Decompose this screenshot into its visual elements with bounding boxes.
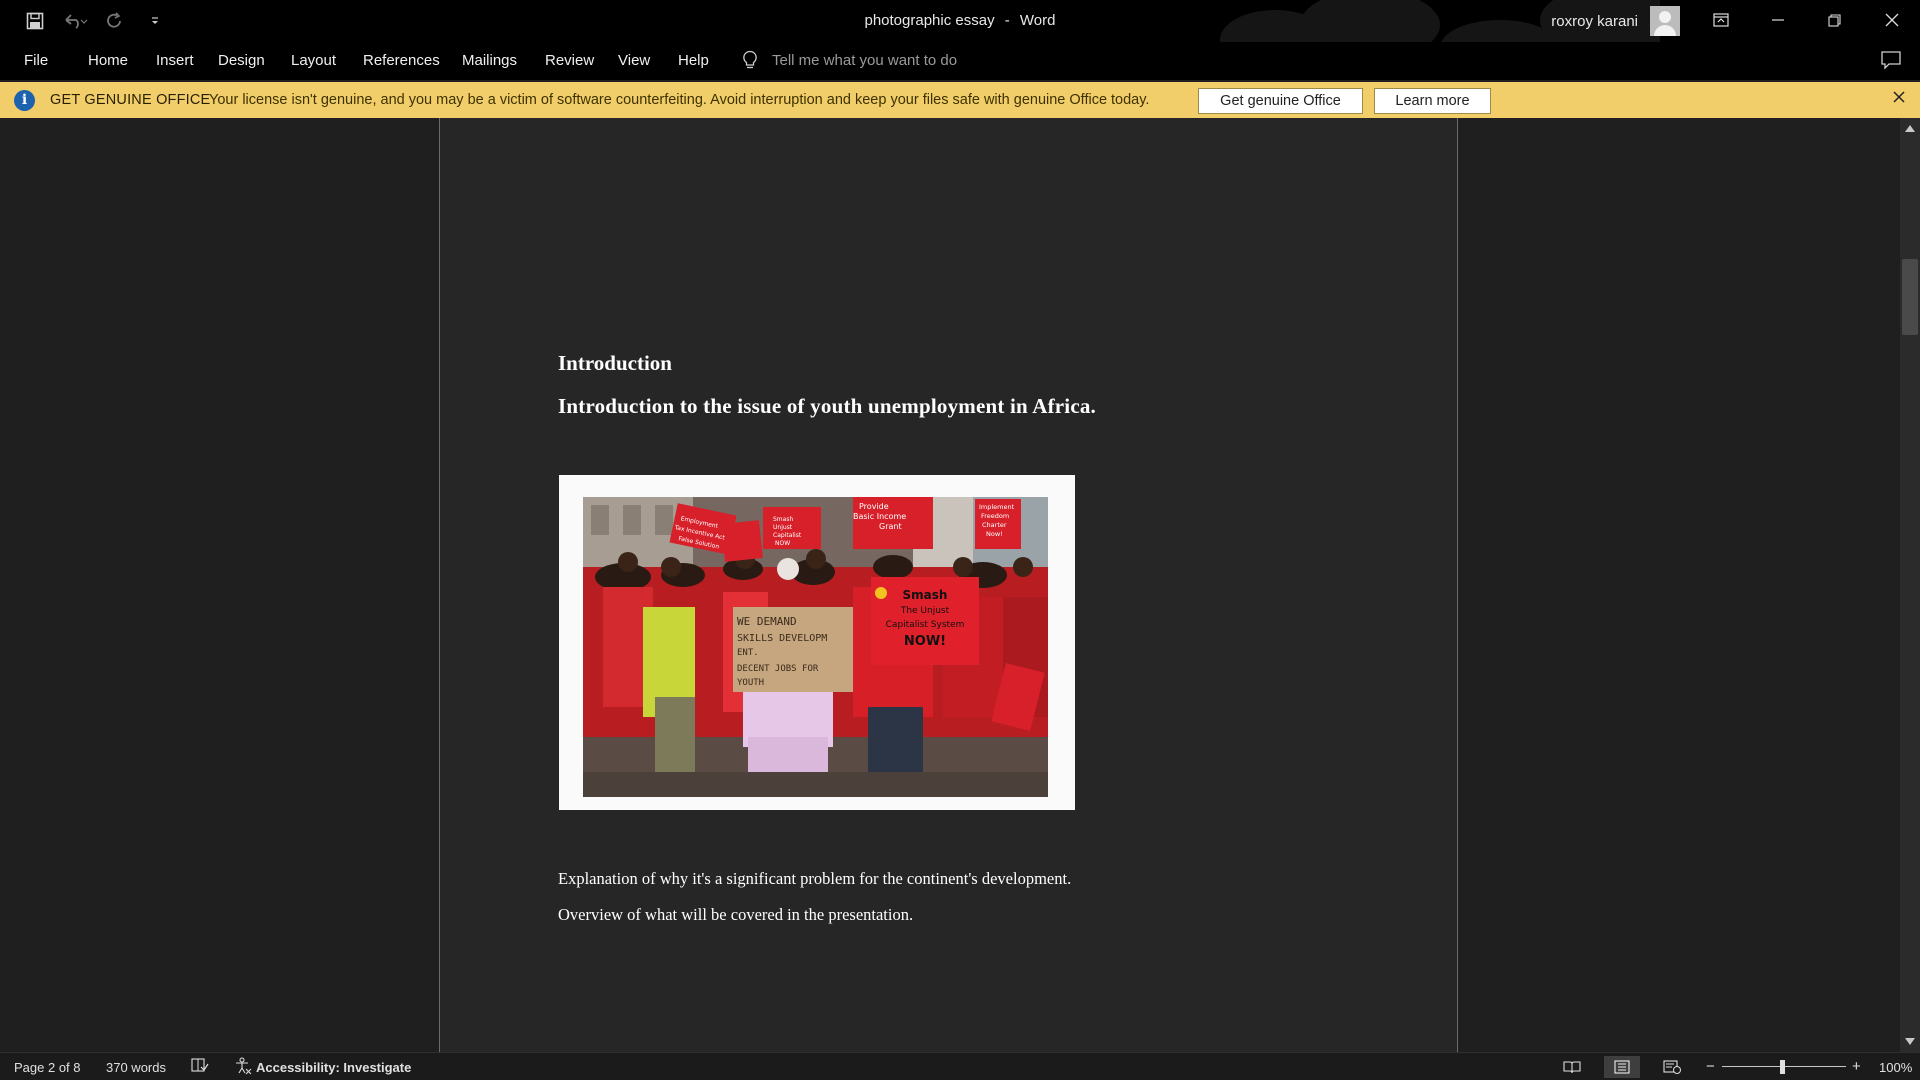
minimize-icon[interactable] [1749,0,1806,40]
page-count[interactable]: Page 2 of 8 [14,1060,81,1075]
window-controls [1692,0,1920,40]
tell-me-placeholder: Tell me what you want to do [772,51,958,69]
sign-text: Now! [986,530,1003,538]
app-name: Word [1019,12,1056,29]
title-separator: - [1004,12,1010,29]
undo-icon[interactable] [62,8,88,34]
paragraph-significance: Explanation of why it's a significant pr… [558,869,1072,888]
genuine-message: Your license isn't genuine, and you may … [209,92,1150,108]
tab-home[interactable]: Home [88,52,128,69]
read-mode-icon[interactable] [1554,1056,1590,1078]
heading-subtitle: Introduction to the issue of youth unemp… [558,394,1096,418]
tab-insert[interactable]: Insert [156,52,194,69]
word-count[interactable]: 370 words [106,1060,166,1075]
scroll-up-icon[interactable] [1905,125,1915,132]
sign-text: Capitalist System [886,620,965,630]
protest-photo[interactable]: Provide Basic Income Grant Implement Fre… [583,497,1048,797]
learn-more-button[interactable]: Learn more [1374,88,1491,114]
cardboard-text: YOUTH [737,678,764,688]
save-icon[interactable] [22,8,48,34]
accessibility-icon[interactable] [234,1057,252,1078]
sign-text: Grant [879,522,902,531]
print-layout-icon[interactable] [1604,1056,1640,1078]
close-icon[interactable] [1892,89,1906,109]
account-button[interactable]: roxroy karani [1551,6,1680,36]
proofing-icon[interactable] [191,1057,209,1076]
sign-text: The Unjust [900,606,950,616]
user-name: roxroy karani [1551,12,1638,30]
photo-frame[interactable]: Provide Basic Income Grant Implement Fre… [559,475,1075,810]
accessibility-status[interactable]: Accessibility: Investigate [256,1060,411,1075]
genuine-office-bar: i GET GENUINE OFFICE Your license isn't … [0,82,1920,118]
document-canvas: Introduction Introduction to the issue o… [0,118,1900,1052]
tell-me-box[interactable]: Tell me what you want to do [742,50,957,70]
tab-design[interactable]: Design [218,52,265,69]
sign-text: Basic Income [853,512,906,521]
restore-icon[interactable] [1806,0,1863,40]
tab-help[interactable]: Help [678,52,709,69]
tab-references[interactable]: References [363,52,440,69]
sign-text: Capitalist [773,532,802,539]
quick-access-toolbar [22,8,168,34]
customize-qat-icon[interactable] [142,8,168,34]
status-bar: Page 2 of 8 370 words Accessibility: Inv… [0,1052,1920,1080]
cardboard-text: ENT. [737,648,759,658]
redo-icon[interactable] [102,8,128,34]
cardboard-text: SKILLS DEVELOPM [737,633,827,644]
scroll-down-icon[interactable] [1905,1038,1915,1045]
sign-text: NOW! [904,634,946,649]
info-icon: i [14,90,35,111]
ribbon-display-options-icon[interactable] [1692,0,1749,40]
lightbulb-icon [743,50,757,69]
close-window-icon[interactable] [1863,0,1920,40]
tab-review[interactable]: Review [545,52,594,69]
sign-text: Smash [903,588,948,602]
sign-text: Charter [982,521,1007,529]
sign-text: Smash [773,516,793,523]
cardboard-text: DECENT JOBS FOR [737,664,819,674]
scrollbar-thumb[interactable] [1902,259,1918,335]
sign-text: NOW [775,540,790,547]
cardboard-text: WE DEMAND [737,615,797,628]
title-bar: photographic essay - Word roxroy karani [0,0,1920,75]
zoom-slider-thumb[interactable] [1780,1060,1785,1074]
web-layout-icon[interactable] [1654,1056,1690,1078]
paragraph-overview: Overview of what will be covered in the … [558,905,914,924]
tab-layout[interactable]: Layout [291,52,336,69]
document-name: photographic essay [864,12,995,29]
sign-text: Provide [859,502,889,511]
sign-text: Freedom [981,512,1009,520]
zoom-out-button[interactable]: − [1706,1058,1715,1075]
tab-view[interactable]: View [618,52,650,69]
get-genuine-office-button[interactable]: Get genuine Office [1198,88,1363,114]
avatar [1650,6,1680,36]
ribbon-tabs: File Home Insert Design Layout Reference… [0,42,1920,80]
vertical-scrollbar[interactable] [1900,118,1920,1052]
sign-text: Unjust [773,524,793,531]
genuine-heading: GET GENUINE OFFICE [50,92,211,108]
tab-file[interactable]: File [24,52,48,69]
heading-introduction: Introduction [558,351,672,375]
zoom-in-button[interactable]: + [1852,1058,1861,1075]
comments-icon[interactable] [1880,50,1902,70]
sign-text: Implement [979,503,1015,511]
zoom-level[interactable]: 100% [1879,1060,1912,1075]
tab-mailings[interactable]: Mailings [462,52,517,69]
